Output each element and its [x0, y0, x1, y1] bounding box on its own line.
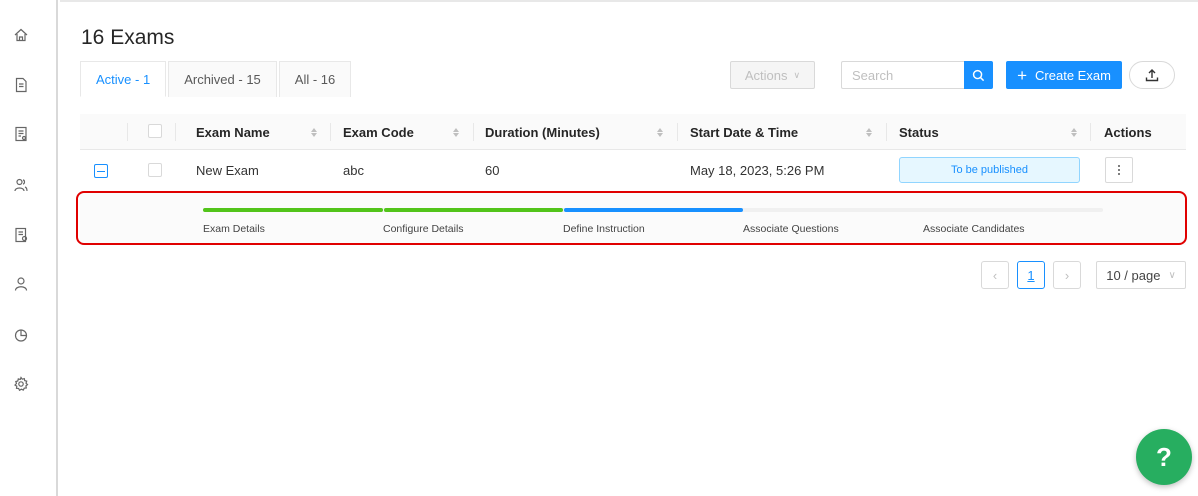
user-icon[interactable] — [12, 275, 30, 293]
bulk-actions-dropdown[interactable]: Actions ∨ — [730, 61, 815, 89]
column-divider — [1090, 123, 1091, 141]
chevron-down-icon: ∨ — [1168, 269, 1176, 281]
column-divider — [330, 123, 331, 141]
cell-duration: 60 — [485, 162, 500, 178]
tab-all[interactable]: All - 16 — [278, 61, 352, 97]
column-header-start-date[interactable]: Start Date & Time — [690, 114, 798, 150]
column-header-exam-name[interactable]: Exam Name — [196, 114, 270, 150]
upload-button[interactable] — [1129, 61, 1175, 89]
page-size-select[interactable]: 10 / page ∨ — [1096, 261, 1186, 289]
table-row: New Exam abc 60 May 18, 2023, 5:26 PM To… — [80, 150, 1186, 190]
column-header-actions: Actions — [1104, 124, 1152, 140]
status-badge: To be published — [899, 157, 1080, 183]
row-checkbox[interactable] — [148, 163, 162, 177]
chevron-right-icon: › — [1064, 267, 1070, 283]
tab-active[interactable]: Active - 1 — [80, 61, 167, 97]
page-title: 16 Exams — [81, 26, 175, 49]
cell-exam-name[interactable]: New Exam — [196, 150, 259, 190]
column-header-duration[interactable]: Duration (Minutes) — [485, 114, 600, 150]
search-box — [841, 61, 993, 89]
help-button[interactable]: ? — [1136, 429, 1192, 485]
question-bank-icon[interactable] — [12, 226, 30, 244]
search-button[interactable] — [964, 61, 993, 89]
sort-icon[interactable] — [1070, 125, 1078, 139]
tab-archived[interactable]: Archived - 15 — [168, 61, 277, 97]
home-icon[interactable] — [12, 26, 30, 44]
select-all-checkbox[interactable] — [148, 124, 162, 138]
upload-icon — [1145, 69, 1159, 82]
plus-icon: + — [1017, 65, 1028, 85]
sort-icon[interactable] — [452, 125, 460, 139]
exam-tabs: Active - 1 Archived - 15 All - 16 — [80, 61, 353, 97]
chevron-left-icon: ‹ — [992, 267, 998, 283]
column-divider — [677, 123, 678, 141]
settings-gear-icon[interactable] — [12, 375, 30, 393]
row-actions-menu-button[interactable] — [1105, 157, 1133, 183]
collapse-row-button[interactable] — [94, 164, 108, 178]
search-input[interactable] — [841, 61, 964, 89]
column-divider — [473, 123, 474, 141]
chevron-down-icon: ∨ — [793, 69, 801, 80]
next-page-button[interactable]: › — [1053, 261, 1081, 289]
column-divider — [175, 123, 176, 141]
create-exam-button[interactable]: + Create Exam — [1006, 61, 1122, 89]
reports-pie-icon[interactable] — [12, 326, 30, 344]
previous-page-button[interactable]: ‹ — [981, 261, 1009, 289]
users-group-icon[interactable] — [12, 176, 30, 194]
cell-exam-code: abc — [343, 162, 364, 178]
page-number-current[interactable]: 1 — [1017, 261, 1045, 289]
column-header-status[interactable]: Status — [899, 114, 939, 150]
column-divider — [886, 123, 887, 141]
create-exam-label: Create Exam — [1035, 67, 1111, 83]
main-content: 16 Exams Active - 1 Archived - 15 All - … — [60, 0, 1198, 496]
search-icon — [972, 69, 985, 81]
cell-start-date: May 18, 2023, 5:26 PM — [690, 162, 825, 178]
highlight-annotation-box — [76, 191, 1187, 245]
sort-icon[interactable] — [656, 125, 664, 139]
bulk-actions-label: Actions — [744, 67, 788, 83]
sort-icon[interactable] — [865, 125, 873, 139]
sidebar — [0, 0, 58, 496]
exam-list-icon[interactable] — [12, 125, 30, 143]
column-divider — [127, 123, 128, 141]
sort-icon[interactable] — [310, 125, 318, 139]
page-size-value: 10 / page — [1106, 267, 1161, 283]
table-header: Exam Name Exam Code Duration (Minutes) S… — [80, 114, 1186, 150]
document-icon[interactable] — [12, 76, 30, 94]
column-header-exam-code[interactable]: Exam Code — [343, 114, 414, 150]
